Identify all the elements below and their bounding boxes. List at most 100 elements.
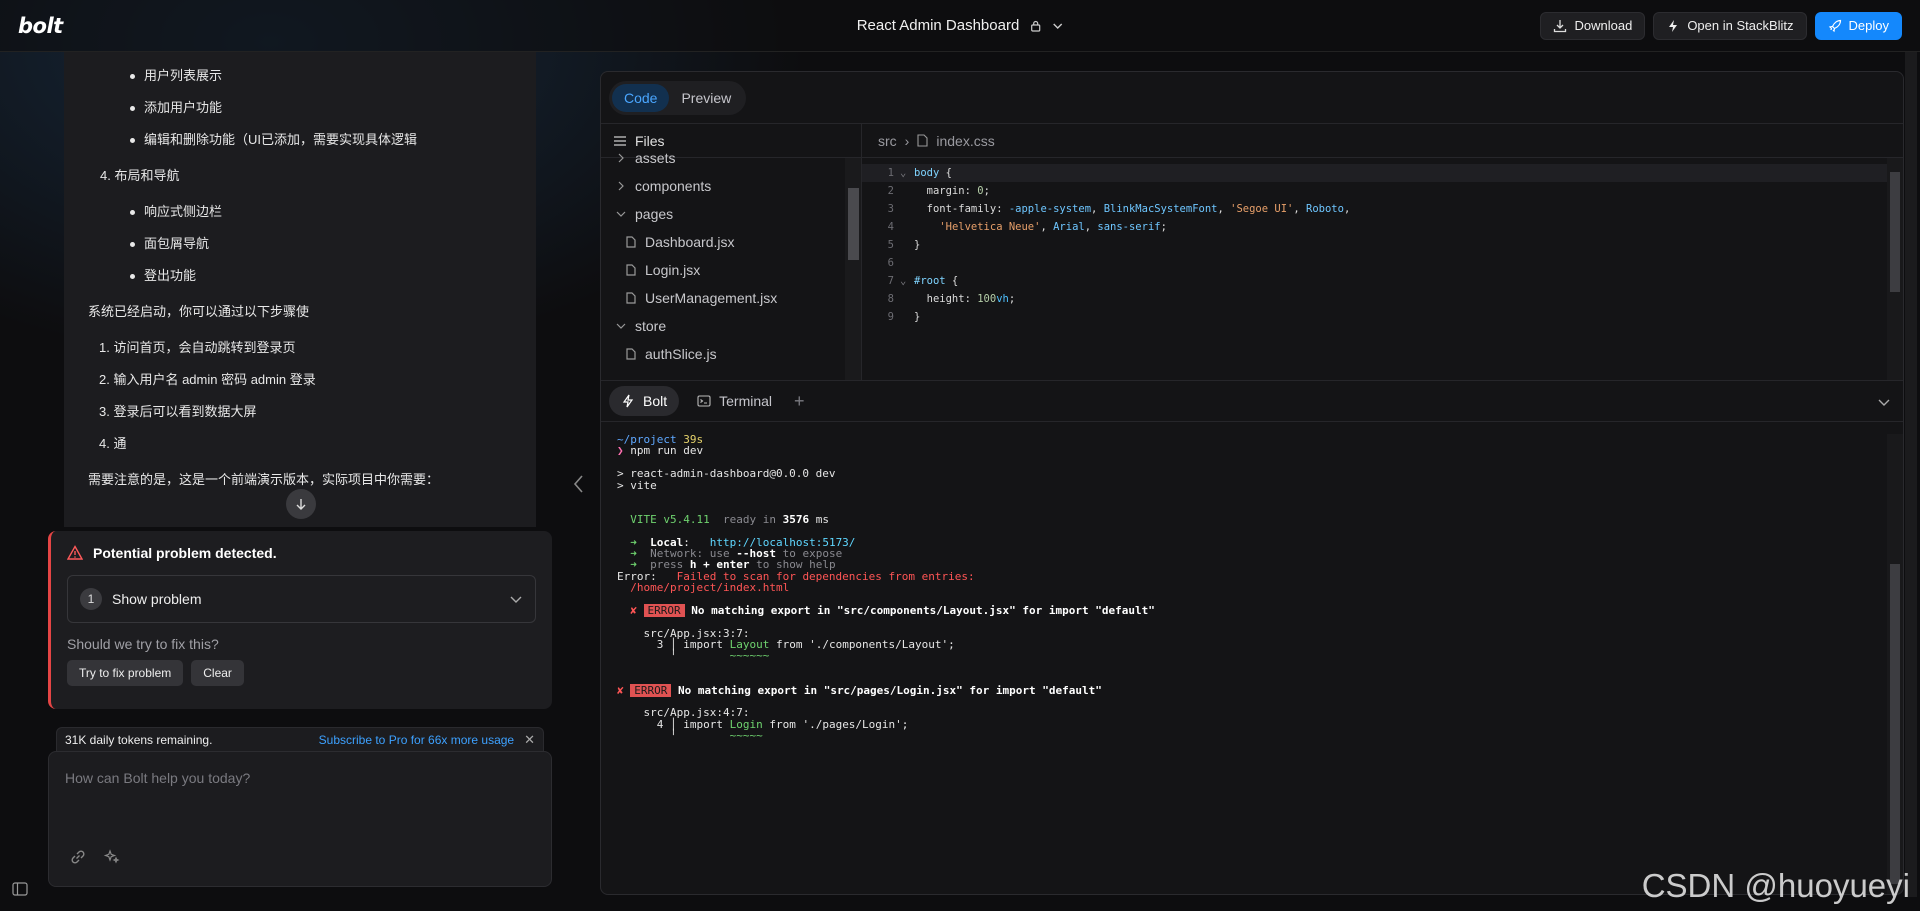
code-token: ; [1160,221,1167,233]
code-token: , [1091,203,1104,215]
deploy-button[interactable]: Deploy [1814,11,1902,40]
fold-chevron-icon [900,200,914,218]
chevron-right-icon [618,181,624,191]
file-tree-folder[interactable]: components [601,172,845,200]
terminal-text: from './pages/Login'; [762,717,909,731]
file-tree-file[interactable]: UserManagement.jsx [601,284,845,312]
file-tree-label: store [635,318,667,334]
fold-chevron-icon[interactable]: ⌄ [900,272,914,290]
watermark: CSDN @huoyueyi [1641,867,1910,904]
code-token: margin [914,185,965,197]
terminal-line [617,616,1883,627]
open-in-stackblitz-button[interactable]: Open in StackBlitz [1653,11,1807,40]
tab-bolt[interactable]: Bolt [609,386,680,416]
terminal-text: ready in [709,512,783,526]
file-tree-label: components [635,178,712,194]
code-token: font-family [914,203,997,215]
bolt-logo[interactable]: bolt [18,14,63,38]
terminal-text: ms [809,512,829,526]
fold-chevron-icon [900,290,914,308]
file-tree-folder[interactable]: pages [601,200,845,228]
attach-link-icon[interactable] [69,848,87,866]
terminal-text: ╵ [617,729,730,743]
chevron-down-icon [1052,23,1062,29]
chat-bullet-item: 编辑和删除功能（UI已添加，需要实现具体逻辑 [64,124,536,156]
file-tree-label: Dashboard.jsx [645,234,735,250]
deploy-label: Deploy [1848,18,1889,33]
code-token: , [1343,203,1351,215]
chevron-down-icon[interactable] [1877,395,1891,409]
terminal-text: 3576 [782,512,810,526]
breadcrumb-file[interactable]: index.css [936,133,994,149]
chevron-down-icon [510,596,522,603]
chevron-down-icon [616,211,626,217]
line-number: 4 [887,221,894,233]
code-token: 'Segoe UI' [1230,203,1294,215]
page-scrollbar[interactable] [1905,52,1917,897]
terminal-scrollbar[interactable] [1887,434,1903,894]
problem-alert: Potential problem detected. 1 Show probl… [48,531,552,709]
terminal-line: ✘ ERROR No matching export in "src/pages… [617,683,1883,697]
file-icon [626,348,636,360]
code-line: 8 height: 100 vh; [862,290,1903,308]
tab-preview[interactable]: Preview [669,84,743,112]
show-problem-label: Show problem [112,591,202,607]
terminal-line: > vite [617,479,1883,491]
prompt-placeholder: How can Bolt help you today? [65,770,251,786]
tab-code[interactable]: Code [612,83,670,112]
try-to-fix-button[interactable]: Try to fix problem [67,660,184,686]
token-usage-bar: 31K daily tokens remaining. Subscribe to… [56,727,544,751]
file-tree-folder[interactable]: store [601,312,845,340]
sidebar-toggle-icon[interactable] [12,882,28,896]
code-token: Arial [1053,221,1085,233]
show-problem-toggle[interactable]: 1 Show problem [67,575,536,623]
code-token: : [996,203,1009,215]
terminal-line: ╵ ~~~~~ [617,730,1883,741]
file-tree-scrollbar[interactable] [845,158,862,380]
clear-button[interactable]: Clear [191,660,244,686]
code-line: 7 ⌄ #root { [862,272,1903,290]
chat-bullet-item: 响应式侧边栏 [64,196,536,228]
code-editor[interactable]: 1 ⌄ body {2 margin: 0; 3 font-family: -appl… [862,158,1903,380]
fold-chevron-icon[interactable]: ⌄ [900,164,914,182]
editor-scrollbar[interactable] [1887,158,1903,380]
code-token: , [1040,221,1054,233]
chevron-down-icon [616,323,626,329]
enhance-prompt-icon[interactable] [103,848,121,866]
file-tree-file[interactable]: Dashboard.jsx [601,228,845,256]
file-tree-label: pages [635,206,674,222]
chat-message-panel[interactable]: 用户列表展示 添加用户功能 编辑和删除功能（UI已添加，需要实现具体逻辑 4. 布局和… [64,52,536,527]
file-tree-folder[interactable]: assets [601,144,845,172]
code-token: vh [996,293,1009,305]
project-title[interactable]: React Admin Dashboard [857,17,1064,34]
close-icon[interactable]: ✕ [524,732,535,748]
lightning-icon [1669,19,1678,32]
prompt-input[interactable]: How can Bolt help you today? [48,751,552,887]
subscribe-link[interactable]: Subscribe to Pro for 66x more usage [319,733,514,747]
breadcrumb-folder[interactable]: src [878,133,897,149]
chat-numbered-item: 3. 登录后可以看到数据大屏 [99,404,257,419]
scroll-to-bottom-button[interactable] [286,489,316,519]
line-number: 8 [887,293,894,305]
collapse-workbench-icon[interactable] [572,474,586,494]
fold-chevron-icon [900,308,914,326]
add-terminal-icon[interactable]: + [794,391,805,412]
file-tree-file[interactable]: authSlice.js [601,340,845,366]
terminal-text: /home/project/index.html [630,581,790,595]
code-token: BlinkMacSystemFont [1103,203,1218,215]
arrow-down-icon [296,499,306,510]
terminal-line: Error: Failed to scan for dependencies f… [617,570,1883,582]
terminal-output[interactable]: ~/project 39s ❯ npm run dev > react-admin… [617,434,1883,894]
warning-icon [67,545,83,560]
code-token: , [1217,203,1231,215]
chat-bullet-item: 面包屑导航 [64,228,536,260]
terminal-line: VITE v5.4.11 ready in 3576 ms [617,514,1883,525]
terminal-text: from './components/Layout'; [769,638,955,652]
tab-terminal[interactable]: Terminal [685,386,784,416]
code-line: 4 'Helvetica Neue', Arial, sans-serif; [862,218,1903,236]
code-line: 9} [862,308,1903,326]
download-button[interactable]: Download [1540,11,1646,40]
code-token: ; [1008,293,1016,305]
file-tree-file[interactable]: Login.jsx [601,256,845,284]
